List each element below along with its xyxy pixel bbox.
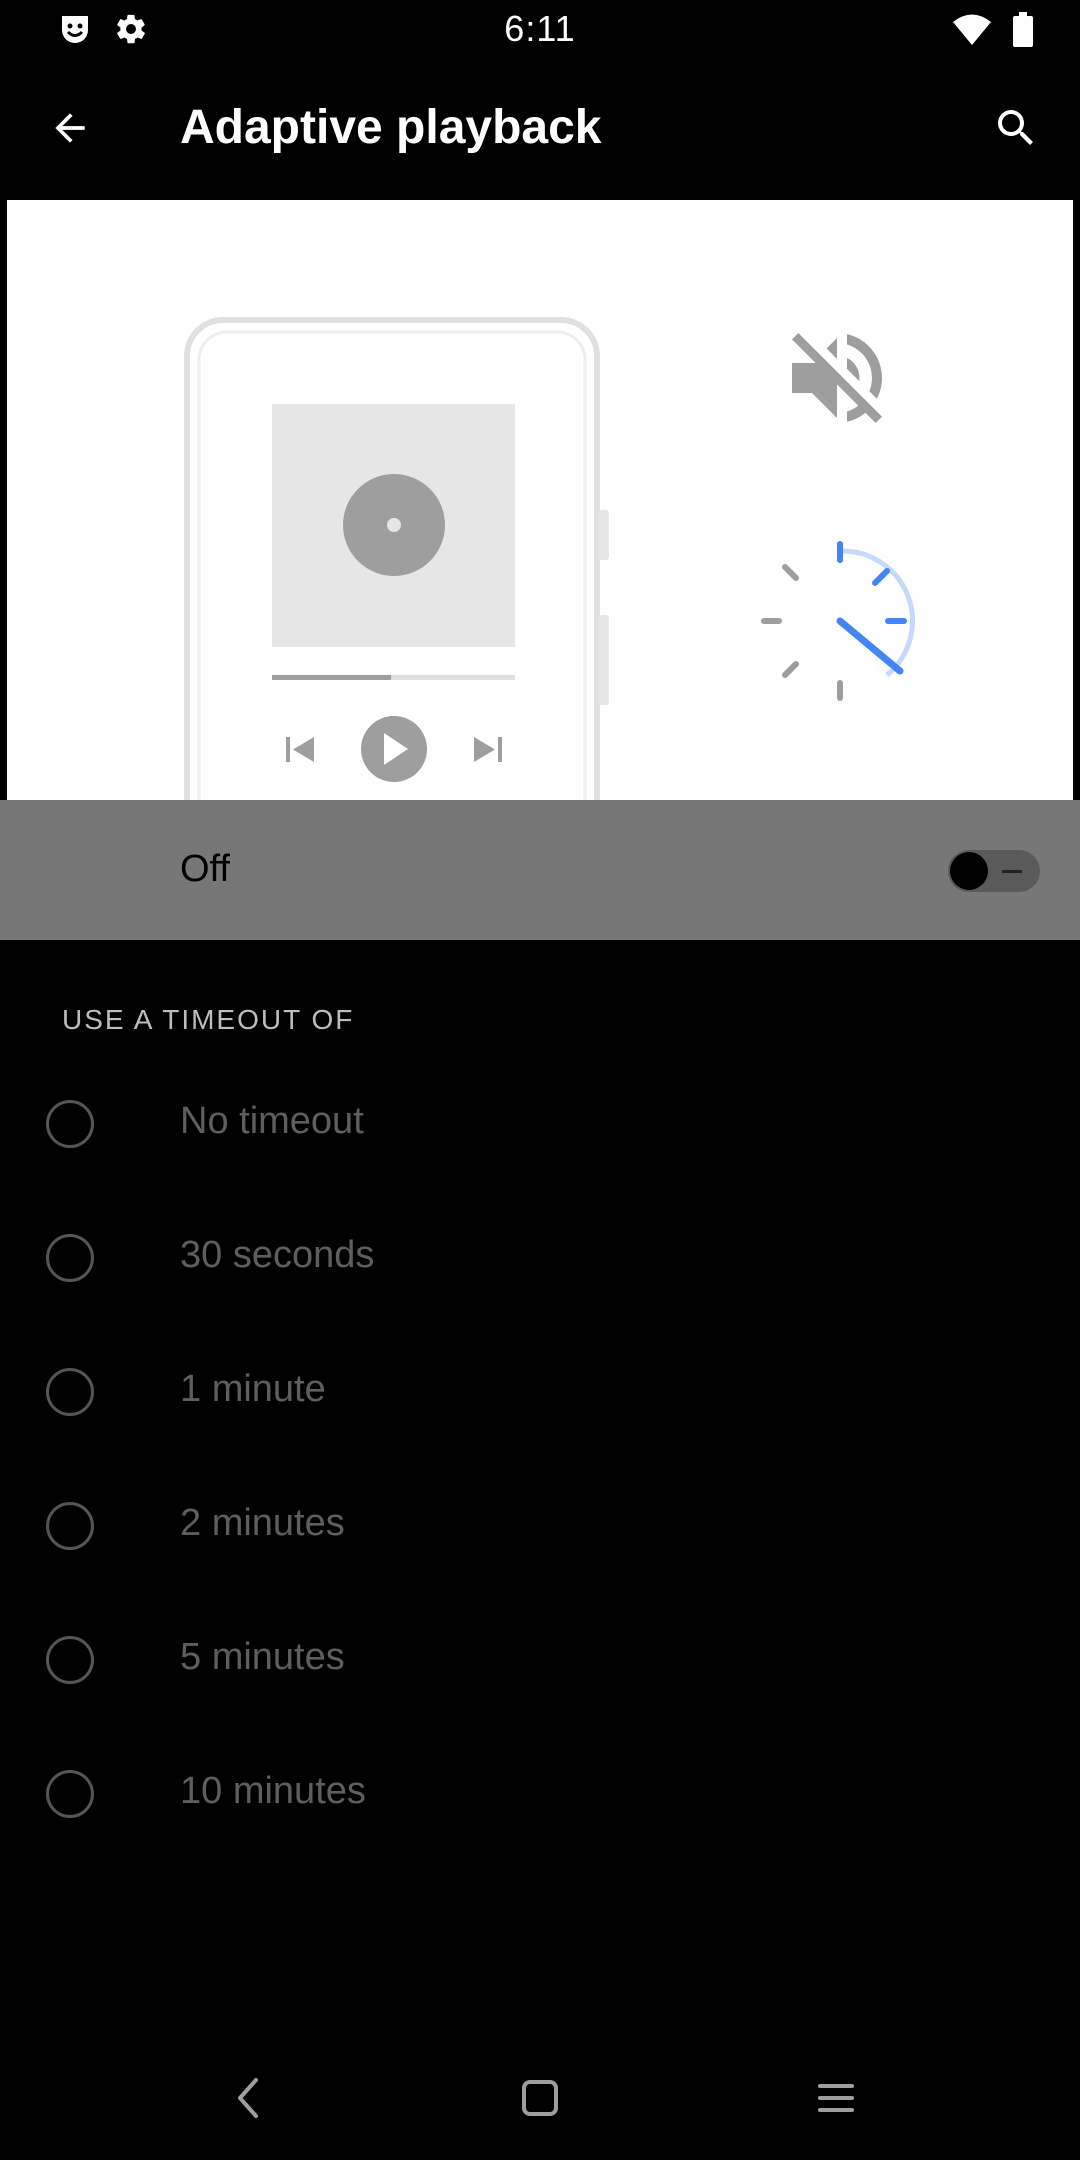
screen: 6:11 Adaptive playback Off USE A TIMEOUT…	[0, 0, 1080, 2160]
main-toggle-row[interactable]: Off	[0, 800, 1080, 940]
radio-button[interactable]	[46, 1234, 94, 1282]
page-title: Adaptive playback	[180, 101, 602, 154]
timeout-options: No timeout 30 seconds 1 minute 2 minutes…	[0, 1058, 1080, 1862]
option-label: No timeout	[180, 1100, 364, 1142]
main-toggle-label: Off	[180, 848, 230, 890]
radio-button[interactable]	[46, 1636, 94, 1684]
main-toggle-switch[interactable]	[948, 850, 1040, 892]
option-5-minutes[interactable]: 5 minutes	[0, 1594, 1080, 1728]
nav-recents-button[interactable]	[796, 2060, 876, 2140]
progress-bar	[272, 675, 515, 680]
status-right-icons	[952, 12, 1034, 53]
battery-icon	[1012, 12, 1034, 53]
nav-recents-icon	[816, 2080, 856, 2121]
arrow-left-icon	[48, 106, 92, 155]
volume-off-icon	[792, 333, 883, 423]
option-10-minutes[interactable]: 10 minutes	[0, 1728, 1080, 1862]
radio-button[interactable]	[46, 1770, 94, 1818]
radio-button[interactable]	[46, 1502, 94, 1550]
search-button[interactable]	[986, 100, 1046, 160]
option-label: 10 minutes	[180, 1770, 366, 1812]
timer-icon	[761, 541, 916, 701]
back-button[interactable]	[40, 100, 100, 160]
navigation-bar	[0, 2040, 1080, 2160]
status-time: 6:11	[504, 8, 576, 49]
radio-button[interactable]	[46, 1100, 94, 1148]
illustration	[7, 200, 1073, 800]
section-header: USE A TIMEOUT OF	[62, 1004, 355, 1035]
option-label: 30 seconds	[180, 1234, 375, 1276]
option-label: 1 minute	[180, 1368, 326, 1410]
option-no-timeout[interactable]: No timeout	[0, 1058, 1080, 1192]
option-label: 5 minutes	[180, 1636, 345, 1678]
nav-back-button[interactable]	[208, 2060, 288, 2140]
nav-home-icon	[520, 2078, 560, 2123]
nav-back-icon	[228, 2076, 268, 2125]
nav-home-button[interactable]	[500, 2060, 580, 2140]
option-2-minutes[interactable]: 2 minutes	[0, 1460, 1080, 1594]
radio-button[interactable]	[46, 1368, 94, 1416]
wifi-icon	[952, 13, 992, 52]
switch-off-indicator	[1002, 870, 1022, 873]
option-1-minute[interactable]: 1 minute	[0, 1326, 1080, 1460]
app-bar: Adaptive playback	[0, 70, 1080, 190]
search-icon	[992, 104, 1040, 157]
status-bar: 6:11	[0, 0, 1080, 60]
switch-thumb	[950, 852, 988, 890]
option-30-seconds[interactable]: 30 seconds	[0, 1192, 1080, 1326]
option-label: 2 minutes	[180, 1502, 345, 1544]
play-icon	[361, 716, 427, 782]
album-icon	[272, 404, 515, 647]
